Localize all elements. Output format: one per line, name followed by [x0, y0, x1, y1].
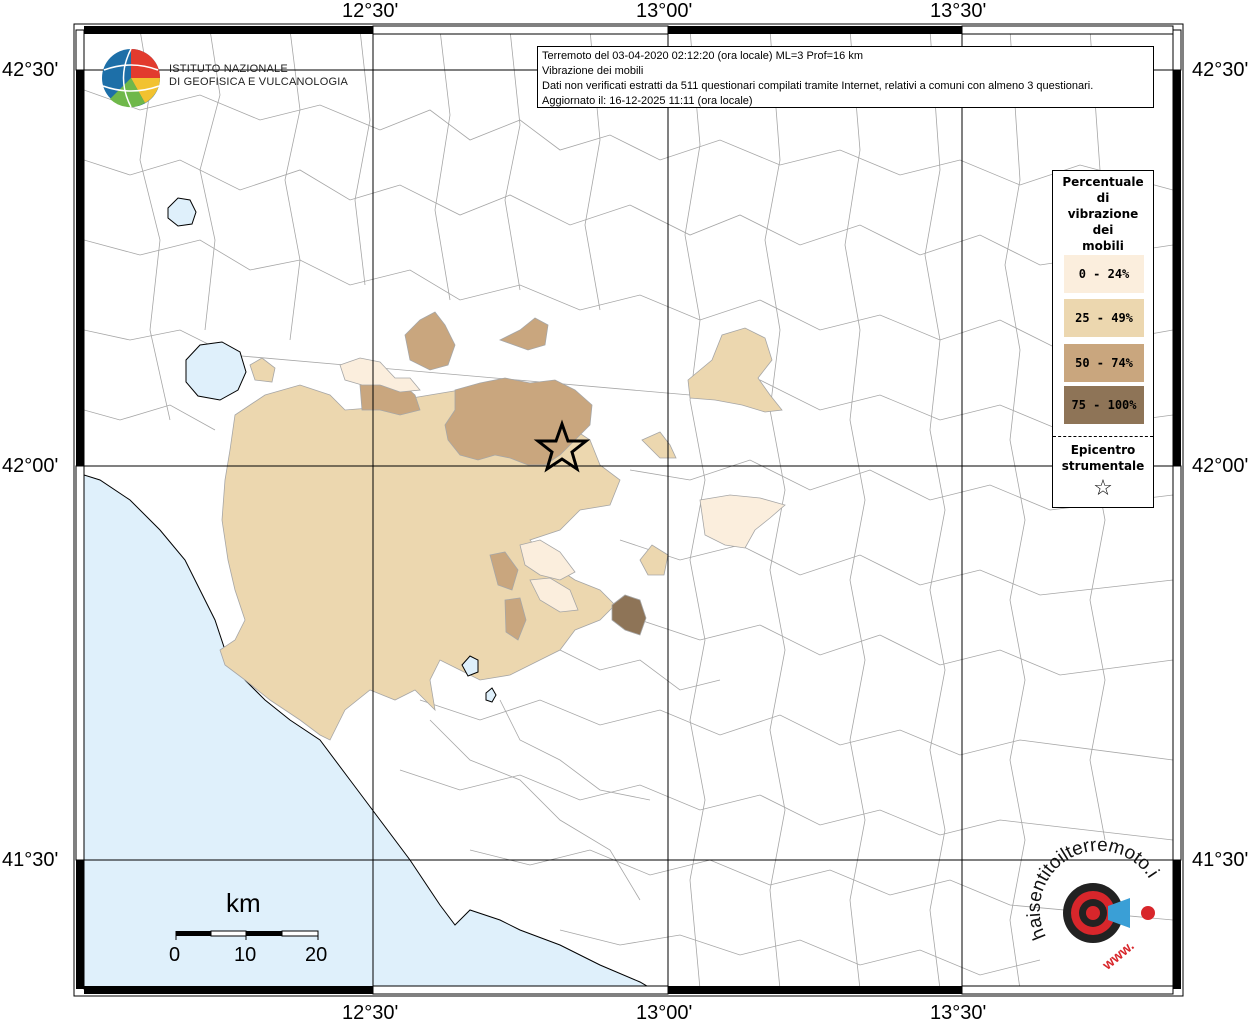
legend-epicentro-1: Epicentro: [1070, 443, 1136, 457]
ingv-line-1: ISTITUTO NAZIONALE: [169, 63, 288, 75]
scale-bar-label-20: 20: [305, 944, 328, 966]
map-canvas: haisentitoilterremoto.it www.: [0, 0, 1184, 997]
ingv-logo-text: ISTITUTO NAZIONALE DI GEOFISICA E VULCAN…: [169, 63, 348, 89]
legend-title: Percentuale di vibrazione dei mobili: [1053, 171, 1153, 254]
right-label-3: 41°30': [1192, 849, 1249, 871]
legend-class-75-100: 75 - 100%: [1064, 386, 1144, 424]
right-label-1: 42°30': [1192, 59, 1249, 81]
legend: Percentuale di vibrazione dei mobili 0 -…: [1052, 170, 1154, 508]
top-label-1: 12°30': [342, 0, 399, 22]
left-label-1: 42°30': [2, 59, 59, 81]
bottom-label-2: 13°00': [636, 1002, 693, 1024]
top-label-2: 13°00': [636, 0, 693, 22]
left-label-2: 42°00': [2, 455, 59, 477]
legend-title-5: mobili: [1082, 239, 1124, 253]
legend-title-1: Percentuale: [1062, 175, 1144, 189]
right-label-2: 42°00': [1192, 455, 1249, 477]
ingv-globe-icon: [102, 48, 160, 108]
legend-title-2: di: [1096, 191, 1110, 205]
legend-star-icon: ☆: [1093, 476, 1113, 501]
bottom-label-3: 13°30': [930, 1002, 987, 1024]
info-line-3: Dati non verificati estratti da 511 ques…: [542, 80, 1094, 92]
event-info-box: Terremoto del 03-04-2020 02:12:20 (ora l…: [537, 46, 1154, 108]
info-line-2: Vibrazione dei mobili: [542, 65, 644, 77]
info-line-1: Terremoto del 03-04-2020 02:12:20 (ora l…: [542, 50, 864, 62]
scale-bar-label-10: 10: [234, 944, 257, 966]
scale-bar-unit: km: [226, 888, 261, 918]
info-line-4: Aggiornato il: 16-12-2025 11:11 (ora loc…: [542, 95, 753, 107]
ingv-line-2: DI GEOFISICA E VULCANOLOGIA: [169, 76, 348, 88]
legend-class-50-74: 50 - 74%: [1064, 344, 1144, 382]
legend-separator: [1053, 436, 1153, 437]
legend-class-0-24: 0 - 24%: [1064, 255, 1144, 293]
legend-epicentro-2: strumentale: [1061, 459, 1145, 473]
left-label-3: 41°30': [2, 849, 59, 871]
top-label-3: 13°30': [930, 0, 987, 22]
bottom-label-1: 12°30': [342, 1002, 399, 1024]
legend-title-3: vibrazione: [1067, 207, 1139, 221]
legend-epicentro: Epicentro strumentale: [1053, 442, 1153, 474]
scale-bar-label-0: 0: [169, 944, 181, 966]
legend-title-4: dei: [1092, 223, 1114, 237]
legend-class-25-49: 25 - 49%: [1064, 299, 1144, 337]
